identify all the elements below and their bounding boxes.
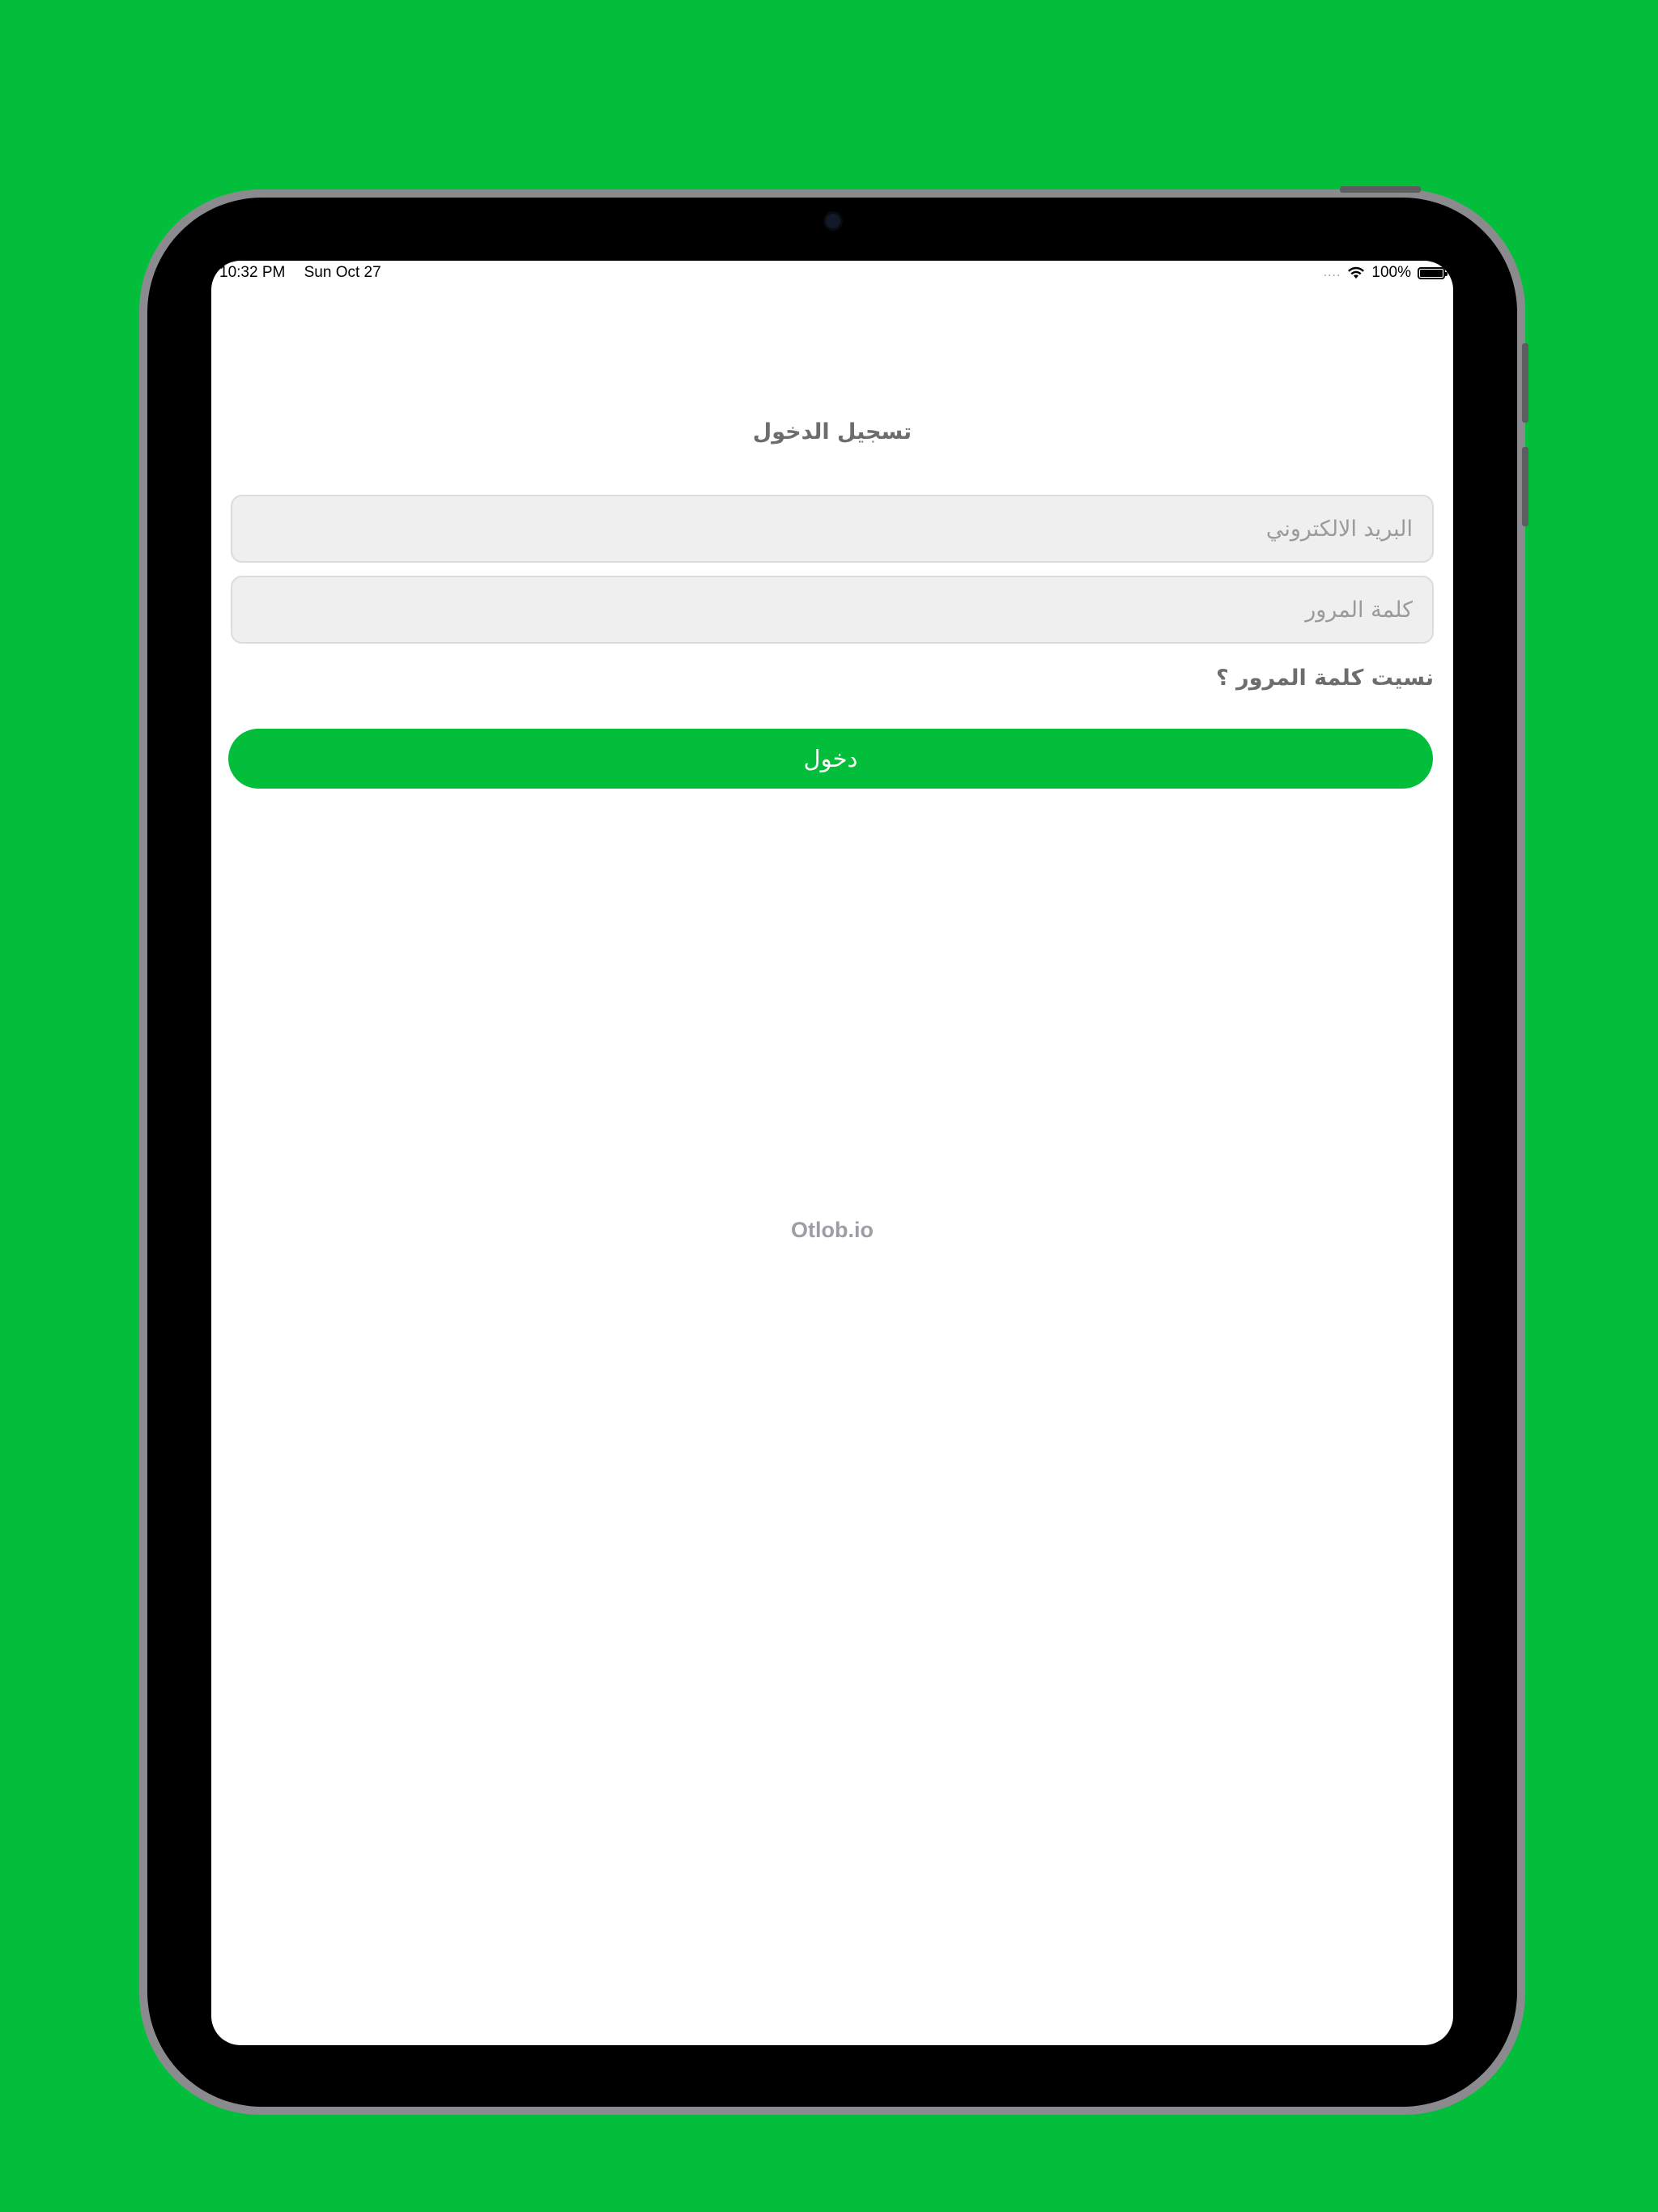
volume-down-button bbox=[1522, 447, 1528, 526]
email-input[interactable] bbox=[232, 496, 1432, 561]
battery-percent: 100% bbox=[1371, 264, 1411, 281]
brand-footer: Otlob.io bbox=[791, 1218, 874, 1242]
cellular-signal-icon: .... bbox=[1323, 266, 1341, 279]
status-date: Sun Oct 27 bbox=[304, 264, 381, 281]
status-bar: 10:32 PM Sun Oct 27 .... 100% bbox=[211, 261, 1453, 283]
battery-level bbox=[1420, 269, 1443, 277]
email-field[interactable] bbox=[231, 495, 1434, 563]
front-camera bbox=[826, 214, 840, 228]
wifi-icon bbox=[1348, 266, 1365, 279]
app-screen: 10:32 PM Sun Oct 27 .... 100% تسجيل الدخ… bbox=[211, 261, 1453, 2045]
battery-icon bbox=[1418, 266, 1448, 279]
volume-up-button bbox=[1522, 343, 1528, 423]
page-title: تسجيل الدخول bbox=[752, 419, 912, 445]
password-field[interactable] bbox=[231, 576, 1434, 644]
password-input[interactable] bbox=[232, 577, 1432, 642]
status-time: 10:32 PM bbox=[219, 264, 286, 281]
forgot-password-link[interactable]: نسيت كلمة المرور ؟ bbox=[1216, 666, 1434, 691]
status-right: .... 100% bbox=[1323, 264, 1448, 282]
top-button bbox=[1340, 186, 1421, 193]
login-button[interactable]: دخول bbox=[228, 729, 1433, 789]
status-left: 10:32 PM Sun Oct 27 bbox=[219, 264, 381, 282]
